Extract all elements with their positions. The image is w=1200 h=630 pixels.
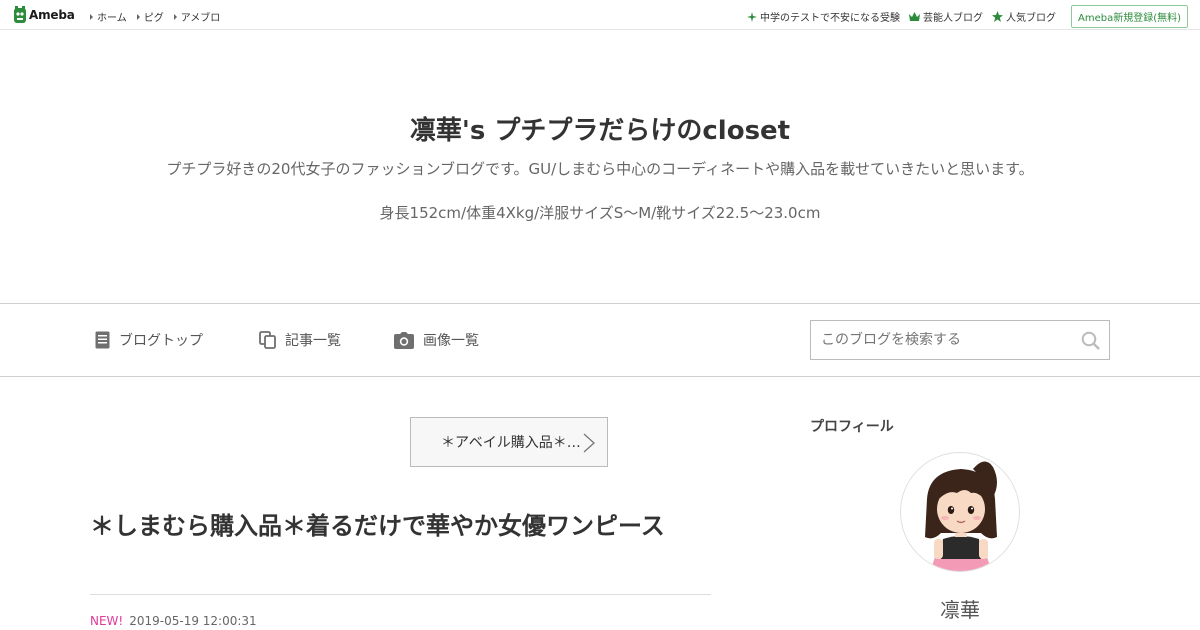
popular-blog-link[interactable]: 人気ブログ	[991, 9, 1056, 24]
blog-nav: ブログトップ 記事一覧 画像一覧	[0, 303, 1200, 377]
celebrity-blog-label: 芸能人ブログ	[922, 13, 983, 24]
nav-label: 記事一覧	[285, 333, 341, 349]
register-button[interactable]: Ameba新規登録(無料)	[1070, 5, 1188, 28]
trending-topic-label: 中学のテストで不安になる受験	[759, 13, 900, 24]
trending-topic-link[interactable]: 中学のテストで不安になる受験	[746, 9, 900, 24]
post-title[interactable]: ＊しまむら購入品＊着るだけで華やか女優ワンピース	[90, 508, 710, 545]
nav-label: ブログトップ	[119, 333, 203, 349]
document-icon	[95, 331, 110, 349]
global-header: Ameba ホーム ピグ アメブロ 中学のテストで不安になる受験 芸能人ブログ …	[0, 0, 1200, 30]
avatar[interactable]	[900, 452, 1020, 572]
post-meta: NEW! 2019-05-19 12:00:31	[90, 614, 257, 628]
blog-search-box	[810, 320, 1110, 360]
profile-name[interactable]: 凛華	[810, 594, 1110, 623]
logo-text: Ameba	[29, 8, 75, 22]
global-nav-label: ピグ	[143, 13, 164, 24]
global-nav-home[interactable]: ホーム	[90, 9, 127, 24]
nav-label: 画像一覧	[423, 333, 479, 349]
celebrity-blog-link[interactable]: 芸能人ブログ	[908, 9, 983, 24]
camera-icon	[394, 331, 414, 349]
ameba-logo[interactable]: Ameba	[13, 6, 75, 24]
popular-blog-label: 人気ブログ	[1005, 13, 1056, 24]
triangle-right-icon	[173, 13, 177, 20]
chevron-right-icon	[583, 433, 595, 453]
crown-icon	[908, 12, 920, 21]
ameba-mascot-icon	[14, 6, 26, 23]
copy-icon	[259, 331, 276, 349]
nav-image-list[interactable]: 画像一覧	[394, 330, 479, 350]
blog-description-profile: 身長152cm/体重4Xkg/洋服サイズS〜M/靴サイズ22.5〜23.0cm	[379, 204, 821, 222]
avatar-image	[925, 461, 997, 571]
profile-heading: プロフィール	[810, 419, 894, 435]
theme-link-button[interactable]: ＊アベイル購入品＊…	[410, 417, 608, 467]
triangle-right-icon	[90, 13, 93, 20]
header-links: 中学のテストで不安になる受験 芸能人ブログ 人気ブログ Ameba新規登録(無料…	[746, 5, 1188, 28]
divider	[90, 594, 711, 595]
nav-blog-top[interactable]: ブログトップ	[95, 330, 203, 350]
post-date: 2019-05-19 12:00:31	[129, 614, 257, 628]
blog-description: プチプラ好きの20代女子のファッションブログです。GU/しまむら中心のコーディネ…	[166, 160, 1034, 178]
star-icon	[991, 11, 1003, 22]
nav-article-list[interactable]: 記事一覧	[259, 330, 341, 350]
global-nav-label: ホーム	[97, 13, 127, 24]
theme-label: ＊アベイル購入品＊…	[441, 435, 581, 451]
global-nav-ameblo[interactable]: アメブロ	[173, 9, 221, 24]
global-nav-pigg[interactable]: ピグ	[136, 9, 164, 24]
new-badge: NEW!	[90, 614, 124, 628]
sparkle-icon	[746, 11, 757, 22]
global-nav-label: アメブロ	[180, 13, 221, 24]
triangle-right-icon	[136, 13, 140, 20]
blog-search-input[interactable]	[811, 321, 1071, 359]
global-nav: ホーム ピグ アメブロ	[90, 9, 220, 24]
search-icon[interactable]	[1081, 331, 1100, 350]
blog-title[interactable]: 凛華's プチプラだらけのcloset	[0, 110, 1200, 147]
